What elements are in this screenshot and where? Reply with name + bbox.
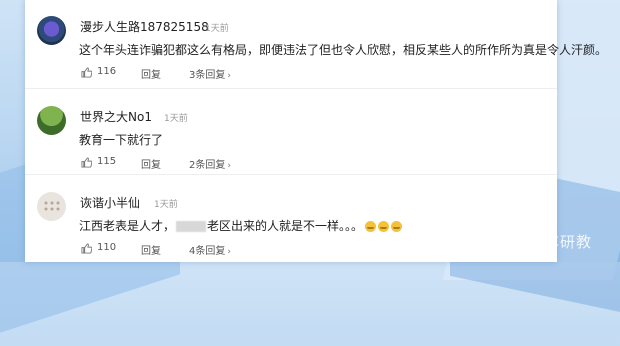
reply-button[interactable]: 回复 bbox=[141, 66, 161, 81]
reply-button[interactable]: 回复 bbox=[141, 242, 161, 257]
comment-time: 1天前 bbox=[154, 200, 178, 210]
like-count[interactable]: 115 bbox=[97, 156, 116, 167]
comment-text: 江西老表是人才， 老区出来的人就是不一样。。。 bbox=[79, 217, 403, 234]
like-icon[interactable] bbox=[81, 157, 92, 168]
view-replies-button[interactable]: 4条回复 › bbox=[189, 242, 231, 257]
dot-pattern bbox=[43, 200, 60, 213]
like-icon[interactable] bbox=[81, 67, 92, 78]
avatar[interactable] bbox=[37, 16, 66, 45]
reply-button[interactable]: 回复 bbox=[141, 156, 161, 171]
comment-text-part: 老区出来的人就是不一样。。。 bbox=[207, 219, 364, 233]
chevron-right-icon: › bbox=[227, 247, 231, 257]
like-count[interactable]: 116 bbox=[97, 66, 116, 77]
comment-text: 这个年头连诈骗犯都这么有格局，即便违法了但也令人欣慰，相反某些人的所作所为真是令… bbox=[79, 43, 608, 57]
view-replies-button[interactable]: 3条回复 › bbox=[189, 66, 231, 81]
comment-item: 世界之大No1 1天前 教育一下就行了 115 回复 2条回复 › bbox=[25, 90, 557, 174]
chevron-right-icon: › bbox=[227, 71, 231, 81]
comment-item: 漫步人生路187825158 1天前 这个年头连诈骗犯都这么有格局，即便违法了但… bbox=[25, 0, 607, 84]
redacted-text bbox=[176, 221, 207, 232]
avatar[interactable] bbox=[37, 192, 66, 221]
avatar[interactable] bbox=[37, 106, 66, 135]
comment-text-part: 江西老表是人才， bbox=[79, 219, 176, 233]
grinning-emoji-icon bbox=[365, 221, 377, 232]
chevron-right-icon: › bbox=[227, 161, 231, 171]
grinning-emoji-icon bbox=[391, 221, 403, 232]
comment-text: 教育一下就行了 bbox=[79, 133, 164, 147]
view-replies-button[interactable]: 2条回复 › bbox=[189, 156, 231, 171]
replies-label: 2条回复 bbox=[189, 160, 226, 171]
comment-username[interactable]: 世界之大No1 bbox=[80, 108, 152, 125]
watermark: 百家号/汽车研教 bbox=[473, 233, 592, 251]
grinning-emoji-icon bbox=[378, 221, 390, 232]
divider bbox=[25, 174, 557, 175]
like-icon[interactable] bbox=[81, 243, 92, 254]
comment-username[interactable]: 漫步人生路187825158 bbox=[80, 18, 209, 35]
divider bbox=[25, 88, 557, 89]
comment-time: 1天前 bbox=[164, 114, 188, 124]
like-count[interactable]: 110 bbox=[97, 242, 116, 253]
comment-panel: 漫步人生路187825158 1天前 这个年头连诈骗犯都这么有格局，即便违法了但… bbox=[25, 0, 607, 262]
comment-time: 1天前 bbox=[205, 24, 229, 34]
replies-label: 4条回复 bbox=[189, 246, 226, 257]
comment-username[interactable]: 诙谐小半仙 bbox=[80, 194, 140, 211]
replies-label: 3条回复 bbox=[189, 70, 226, 81]
